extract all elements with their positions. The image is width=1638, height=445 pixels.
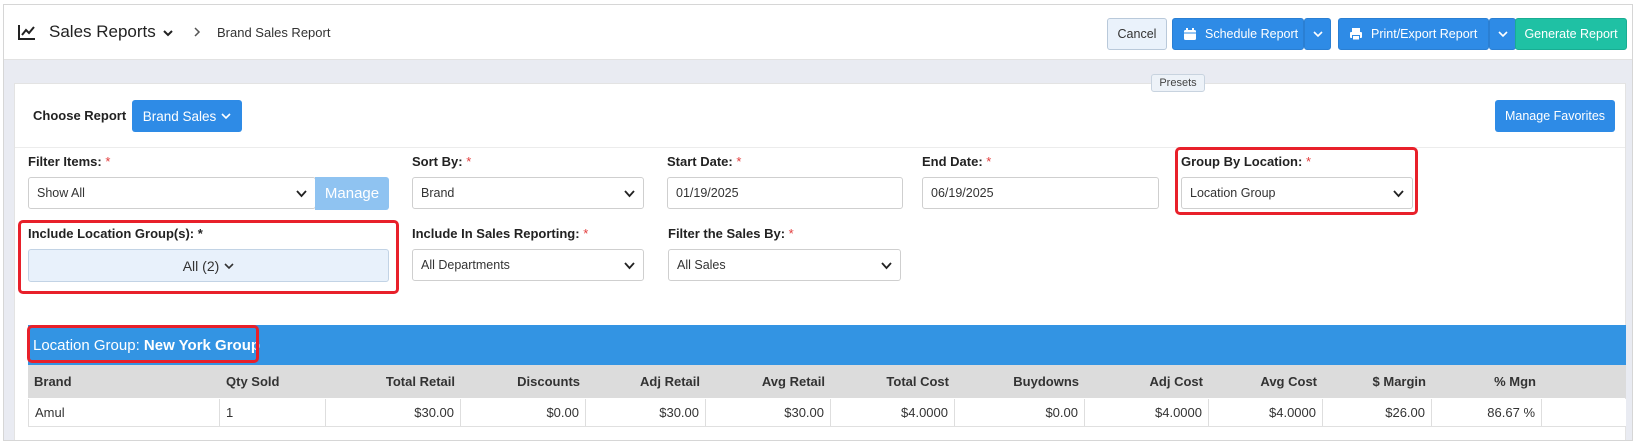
filter-items-label-text: Filter Items: [28, 154, 102, 169]
start-date-input[interactable]: 01/19/2025 [667, 177, 903, 209]
filter-sales-by-label-text: Filter the Sales By: [668, 226, 786, 241]
column-header[interactable]: Total Retail [326, 365, 461, 398]
include-sales-reporting-label-text: Include In Sales Reporting: [412, 226, 580, 241]
filter-items-value: Show All [37, 186, 85, 200]
column-header[interactable]: Discounts [461, 365, 586, 398]
column-header[interactable]: Adj Cost [1085, 365, 1209, 398]
group-by-highlight [1175, 147, 1418, 215]
calendar-icon [1184, 28, 1196, 40]
required-mark: * [105, 154, 111, 169]
table-cell: $0.00 [955, 399, 1085, 426]
column-header[interactable]: Avg Retail [706, 365, 831, 398]
choose-report-label: Choose Report [33, 108, 127, 123]
table-cell: $0.00 [461, 399, 586, 426]
required-mark: * [986, 154, 992, 169]
column-header[interactable]: Adj Retail [586, 365, 706, 398]
table-cell: $30.00 [586, 399, 706, 426]
table-row: Amul 1 $30.00 $0.00 $30.00 $30.00 $4.000… [28, 399, 1626, 427]
chevron-down-icon [624, 190, 635, 198]
chevron-down-icon [221, 113, 231, 120]
schedule-report-dropdown[interactable] [1304, 18, 1331, 50]
filter-sales-by-select[interactable]: All Sales [668, 249, 901, 281]
report-select-label: Brand Sales [142, 108, 217, 124]
filter-items-label: Filter Items: * [28, 154, 110, 169]
sort-by-label: Sort By: * [412, 154, 471, 169]
chevron-right-icon [194, 27, 201, 37]
sort-by-select[interactable]: Brand [412, 177, 644, 209]
line-chart-icon [18, 25, 35, 40]
column-header[interactable]: % Mgn [1432, 365, 1542, 398]
chevron-down-icon [1497, 31, 1508, 38]
sort-by-value: Brand [421, 186, 455, 200]
location-group-header: Location Group: New York Group [28, 325, 1626, 366]
filter-items-select[interactable]: Show All [28, 177, 316, 209]
required-mark: * [583, 226, 589, 241]
generate-report-button[interactable]: Generate Report [1515, 18, 1627, 50]
manage-button[interactable]: Manage [315, 177, 389, 210]
location-group-highlight [27, 325, 259, 363]
schedule-report-label: Schedule Report [1205, 27, 1299, 41]
column-header[interactable]: Avg Cost [1209, 365, 1323, 398]
chevron-down-icon [1312, 31, 1323, 38]
filter-sales-by-label: Filter the Sales By: * [668, 226, 794, 241]
required-mark: * [788, 226, 794, 241]
table-cell: $30.00 [326, 399, 461, 426]
printer-icon [1350, 28, 1362, 41]
end-date-input[interactable]: 06/19/2025 [922, 177, 1159, 209]
include-sales-reporting-select[interactable]: All Departments [412, 249, 644, 281]
chevron-down-icon[interactable] [162, 27, 174, 39]
required-mark: * [736, 154, 742, 169]
table-cell: $4.0000 [1209, 399, 1323, 426]
sort-by-label-text: Sort By: [412, 154, 463, 169]
print-export-label: Print/Export Report [1371, 27, 1478, 41]
column-header[interactable]: Brand [28, 365, 220, 398]
column-header[interactable]: Total Cost [831, 365, 955, 398]
table-cell: 1 [220, 399, 326, 426]
chevron-down-icon [624, 262, 635, 270]
filter-sales-by-value: All Sales [677, 258, 726, 272]
print-export-dropdown[interactable] [1489, 18, 1516, 50]
presets-button[interactable]: Presets [1151, 74, 1205, 92]
table-cell: 86.67 % [1432, 399, 1542, 426]
schedule-report-button[interactable]: Schedule Report [1172, 18, 1304, 50]
report-select-button[interactable]: Brand Sales [132, 100, 242, 132]
column-header[interactable]: Qty Sold [220, 365, 326, 398]
cancel-button[interactable]: Cancel [1107, 18, 1167, 50]
chevron-down-icon [881, 262, 892, 270]
start-date-label-text: Start Date: [667, 154, 733, 169]
section-title[interactable]: Sales Reports [49, 22, 156, 42]
table-cell: $26.00 [1323, 399, 1432, 426]
end-date-label-text: End Date: [922, 154, 983, 169]
column-header[interactable]: Buydowns [955, 365, 1085, 398]
table-cell: Amul [28, 399, 220, 426]
top-header: Sales Reports Brand Sales Report Cancel … [4, 5, 1632, 60]
include-sales-reporting-value: All Departments [421, 258, 510, 272]
table-cell: $30.00 [706, 399, 831, 426]
table-header: Brand Qty Sold Total Retail Discounts Ad… [28, 365, 1626, 398]
column-header[interactable]: $ Margin [1323, 365, 1432, 398]
manage-favorites-button[interactable]: Manage Favorites [1495, 100, 1615, 132]
breadcrumb: Brand Sales Report [217, 25, 331, 40]
start-date-label: Start Date: * [667, 154, 741, 169]
print-export-button[interactable]: Print/Export Report [1338, 18, 1489, 50]
table-cell: $4.0000 [1085, 399, 1209, 426]
chevron-down-icon [296, 190, 307, 198]
table-cell: $4.0000 [831, 399, 955, 426]
include-groups-highlight [18, 220, 399, 294]
end-date-label: End Date: * [922, 154, 991, 169]
required-mark: * [466, 154, 472, 169]
include-sales-reporting-label: Include In Sales Reporting: * [412, 226, 588, 241]
